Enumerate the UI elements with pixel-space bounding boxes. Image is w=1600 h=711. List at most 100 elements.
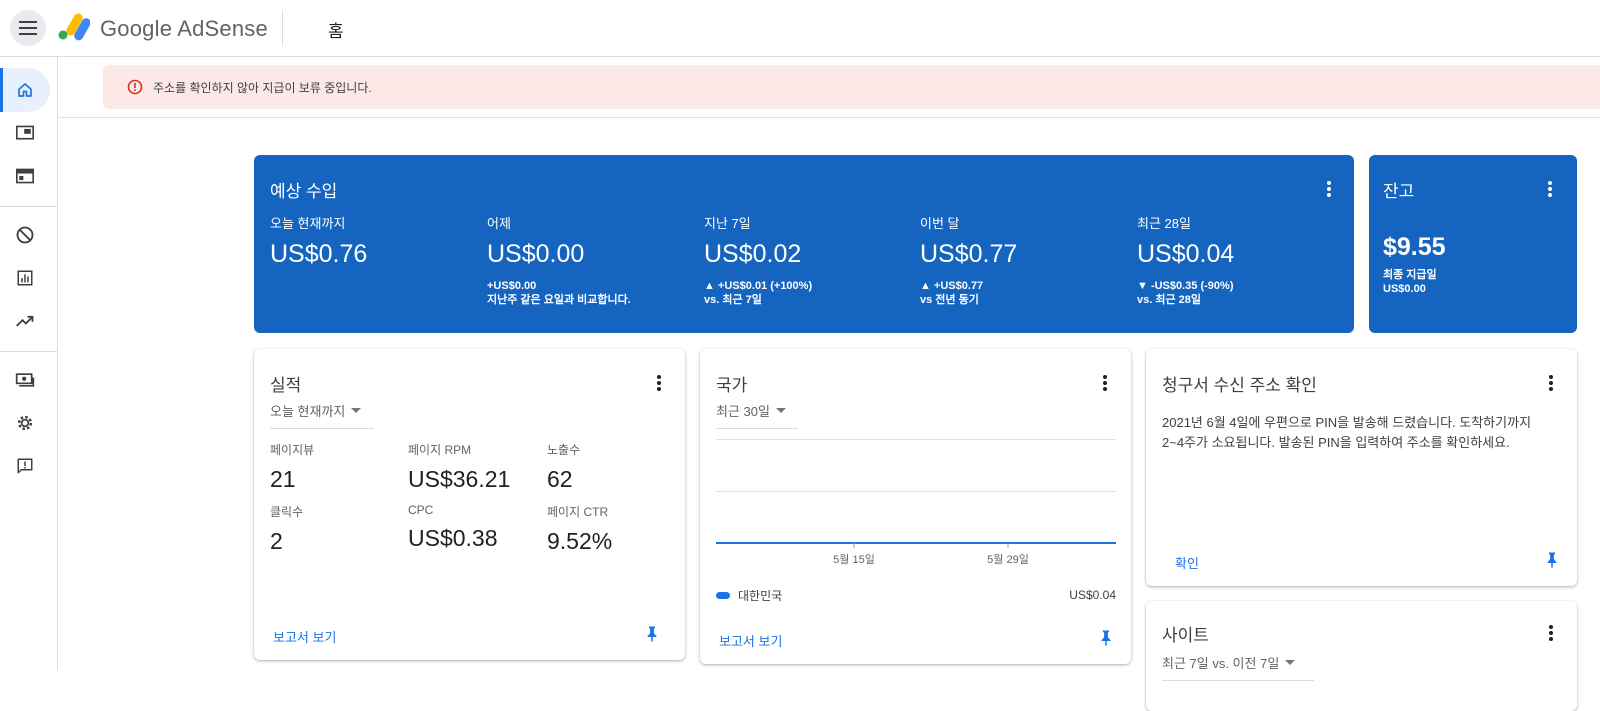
estimated-earnings-title: 예상 수입 [270, 182, 338, 201]
sidebar-item-home[interactable] [0, 68, 50, 112]
countries-card: 국가 최근 30일 5월 15일 5월 29일 대한민국 US$0.04 보고서 … [700, 349, 1131, 664]
adsense-logo-icon[interactable] [58, 13, 90, 41]
pin-icon[interactable] [1543, 551, 1561, 569]
feedback-icon [17, 458, 33, 474]
metric-change-value: ▲ +US$0.01 (+100%) [704, 280, 813, 292]
stat-page-rpm: 페이지 RPM US$36.21 [408, 441, 510, 493]
legend-value: US$0.04 [1069, 588, 1116, 602]
sidebar-item-optimization[interactable] [0, 299, 50, 343]
performance-card: 실적 오늘 현재까지 페이지뷰 21 페이지 RPM US$36.21 노출수 … [254, 349, 685, 660]
metric-label: 최근 28일 [1137, 216, 1191, 231]
sidebar-nav [0, 57, 58, 670]
period-value: 최근 7일 vs. 이전 7일 [1162, 656, 1280, 671]
metric-change: ▲ +US$0.77 vs 전년 동기 [920, 279, 1017, 307]
stat-page-ctr: 페이지 CTR 9.52% [547, 503, 612, 555]
sidebar-item-payments[interactable] [0, 358, 50, 402]
home-icon [18, 83, 32, 97]
metric-change-value: ▲ +US$0.77 [920, 280, 984, 292]
chart-legend: 대한민국 US$0.04 [716, 585, 1116, 605]
nav-divider [0, 206, 58, 207]
stat-label: 노출수 [547, 443, 581, 457]
stat-value: 9.52% [547, 528, 613, 554]
more-vert-icon [1549, 375, 1553, 391]
alert-message: 주소를 확인하지 않아 지급이 보류 중입니다. [153, 80, 372, 95]
view-report-link[interactable]: 보고서 보기 [273, 627, 336, 646]
stat-label: 클릭수 [270, 505, 304, 519]
metric-label: 오늘 현재까지 [270, 216, 346, 231]
legend-swatch [716, 591, 730, 599]
metric-yesterday[interactable]: 어제 US$0.00 +US$0.00 지난주 같은 요일과 비교합니다. [487, 213, 631, 307]
estimated-earnings-card: 예상 수입 오늘 현재까지 US$0.76 어제 US$0.00 +US$0.0… [254, 155, 1354, 333]
metric-change: ▼ -US$0.35 (-90%) vs. 최근 28일 [1137, 279, 1234, 307]
earnings-more-button[interactable] [1317, 177, 1341, 201]
metric-value: US$0.04 [1137, 240, 1235, 268]
metric-change-comparison: vs. 최근 28일 [1137, 294, 1201, 306]
metric-last-7-days[interactable]: 지난 7일 US$0.02 ▲ +US$0.01 (+100%) vs. 최근 … [704, 213, 812, 307]
nav-divider [0, 351, 58, 352]
stat-value: 62 [547, 466, 573, 492]
metric-this-month[interactable]: 이번 달 US$0.77 ▲ +US$0.77 vs 전년 동기 [920, 213, 1017, 307]
sites-icon [16, 168, 34, 184]
sidebar-item-reports[interactable] [0, 256, 50, 300]
metric-last-28-days[interactable]: 최근 28일 US$0.04 ▼ -US$0.35 (-90%) vs. 최근 … [1137, 213, 1234, 307]
performance-more-button[interactable] [647, 371, 671, 395]
message-line: 2~4주가 소요됩니다. 발송된 PIN을 입력하여 주소를 확인하세요. [1162, 435, 1510, 450]
balance-title: 잔고 [1383, 182, 1415, 201]
metric-change-comparison: vs. 최근 7일 [704, 294, 762, 306]
sidebar-item-sites[interactable] [0, 154, 50, 198]
metric-value: US$0.77 [920, 240, 1018, 268]
pin-icon[interactable] [643, 625, 661, 643]
x-tick-label: 5월 29일 [987, 552, 1029, 566]
sites-more-button[interactable] [1539, 621, 1563, 645]
performance-period-select[interactable]: 오늘 현재까지 [270, 401, 374, 429]
last-payment-label: 최종 지급일 [1383, 269, 1437, 281]
balance-more-button[interactable] [1538, 177, 1562, 201]
metric-today[interactable]: 오늘 현재까지 US$0.76 [270, 213, 367, 269]
stat-label: CPC [408, 503, 434, 517]
menu-icon [19, 21, 37, 35]
more-vert-icon [657, 375, 661, 391]
countries-title: 국가 [716, 376, 748, 395]
sidebar-item-feedback[interactable] [0, 444, 50, 488]
main-menu-button[interactable] [10, 10, 46, 46]
pin-icon[interactable] [1097, 629, 1115, 647]
last-payment: 최종 지급일 US$0.00 [1383, 268, 1437, 296]
dropdown-arrow-icon [351, 408, 362, 413]
metric-label: 지난 7일 [704, 216, 751, 231]
content-divider [58, 117, 1600, 118]
metric-change-value: +US$0.00 [487, 280, 537, 292]
countries-more-button[interactable] [1093, 371, 1117, 395]
sidebar-item-blocking-controls[interactable] [0, 213, 50, 257]
stat-clicks: 클릭수 2 [270, 503, 303, 555]
stat-cpc: CPC US$0.38 [408, 503, 498, 552]
last-payment-value: US$0.00 [1383, 283, 1426, 295]
billing-address-card: 청구서 수신 주소 확인 2021년 6월 4일에 우편으로 PIN을 발송해 … [1146, 349, 1577, 586]
performance-title: 실적 [270, 376, 302, 395]
sites-period-select[interactable]: 최근 7일 vs. 이전 7일 [1162, 653, 1314, 681]
metric-change-comparison: 지난주 같은 요일과 비교합니다. [487, 294, 631, 306]
period-value: 오늘 현재까지 [270, 404, 346, 419]
payment-hold-alert: 주소를 확인하지 않아 지급이 보류 중입니다. [103, 65, 1600, 109]
more-vert-icon [1103, 375, 1107, 391]
sidebar-item-settings[interactable] [0, 401, 50, 445]
dropdown-arrow-icon [1285, 660, 1296, 665]
billing-address-title: 청구서 수신 주소 확인 [1162, 376, 1317, 395]
dropdown-arrow-icon [775, 408, 786, 413]
verify-address-link[interactable]: 확인 [1175, 553, 1199, 572]
metric-change: ▲ +US$0.01 (+100%) vs. 최근 7일 [704, 279, 812, 307]
balance-value: $9.55 [1383, 233, 1446, 261]
metric-value: US$0.02 [704, 240, 802, 268]
block-icon [16, 226, 34, 244]
stat-value: US$36.21 [408, 466, 511, 492]
stat-pageviews: 페이지뷰 21 [270, 441, 314, 493]
stat-label: 페이지뷰 [270, 443, 315, 457]
more-vert-icon [1549, 625, 1553, 641]
stat-value: US$0.38 [408, 525, 498, 551]
payments-icon [15, 373, 35, 387]
ads-icon [16, 125, 34, 140]
billing-more-button[interactable] [1539, 371, 1563, 395]
view-report-link[interactable]: 보고서 보기 [719, 631, 782, 650]
countries-period-select[interactable]: 최근 30일 [716, 401, 798, 429]
top-app-bar: Google AdSense 홈 [0, 0, 1600, 57]
sidebar-item-ads[interactable] [0, 111, 50, 155]
